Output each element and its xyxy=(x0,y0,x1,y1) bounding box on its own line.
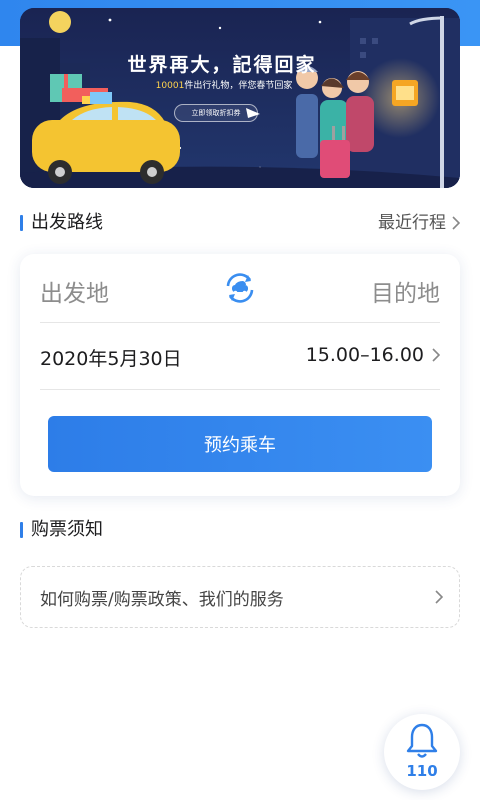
swap-car-icon[interactable] xyxy=(222,270,258,306)
chevron-right-icon xyxy=(432,348,440,362)
time-selector[interactable]: 15.00–16.00 xyxy=(306,344,440,366)
recent-trips-label: 最近行程 xyxy=(378,213,446,233)
promo-banner[interactable]: 世界再大，記得回家 10001件出行礼物，伴您春节回家 立即领取折扣券 xyxy=(20,8,460,188)
bell-icon xyxy=(406,723,438,758)
route-card: 出发地 目的地 2020年5月30日 15.00–16.00 预约乘车 xyxy=(20,254,460,496)
destination-field[interactable]: 目的地 xyxy=(371,274,440,308)
recent-trips-link[interactable]: 最近行程 xyxy=(378,212,460,234)
banner-illustration xyxy=(20,8,460,188)
banner-subtitle-rest: 件出行礼物，伴您春节回家 xyxy=(184,81,293,91)
banner-title: 世界再大，記得回家 xyxy=(127,54,317,76)
notice-section-title: 购票须知 xyxy=(31,519,103,540)
origin-field[interactable]: 出发地 xyxy=(40,274,109,308)
date-selector[interactable]: 2020年5月30日 xyxy=(40,344,182,371)
banner-cta-button[interactable]: 立即领取折扣券 xyxy=(174,104,258,122)
book-ride-button[interactable]: 预约乘车 xyxy=(48,416,432,472)
section-accent-bar xyxy=(20,215,23,231)
route-section-header: 出发路线 最近行程 xyxy=(20,212,460,236)
banner-subtitle: 10001件出行礼物，伴您春节回家 xyxy=(124,78,324,91)
emergency-bell-button[interactable]: 110 xyxy=(384,714,460,790)
banner-subtitle-highlight: 10001 xyxy=(155,81,185,91)
ticket-notice-item[interactable]: 如何购票/购票政策、我们的服务 xyxy=(20,566,460,628)
divider xyxy=(40,389,440,390)
section-accent-bar xyxy=(20,522,23,538)
divider xyxy=(40,322,440,323)
route-section-title: 出发路线 xyxy=(31,212,103,233)
bell-label: 110 xyxy=(406,762,438,780)
chevron-right-icon xyxy=(435,590,443,604)
notice-section-header: 购票须知 xyxy=(20,519,460,543)
chevron-right-icon xyxy=(452,216,460,230)
ticket-notice-text: 如何购票/购票政策、我们的服务 xyxy=(40,589,284,610)
time-range: 15.00–16.00 xyxy=(305,344,424,366)
